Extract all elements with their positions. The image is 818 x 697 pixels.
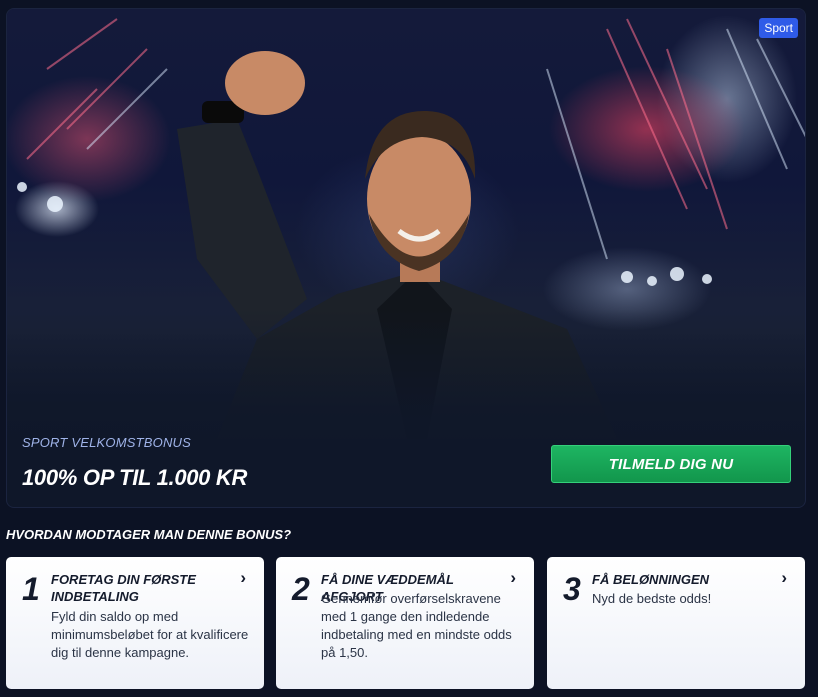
hero-fade <box>7 309 805 449</box>
step-card-1[interactable]: 1 FORETAG DIN FØRSTE INDBETALING Fyld di… <box>6 557 264 689</box>
step-description: Gennemfør overførselskravene med 1 gange… <box>321 591 512 660</box>
signup-button[interactable]: TILMELD DIG NU <box>551 445 791 483</box>
step-number: 3 <box>563 571 581 607</box>
step-description: Fyld din saldo op med minimumsbeløbet fo… <box>51 609 249 660</box>
step-card-3[interactable]: 3 FÅ BELØNNINGEN Nyd de bedste odds! › <box>547 557 805 689</box>
step-card-2[interactable]: 2 FÅ DINE VÆDDEMÅL AFGJORT Gennemfør ove… <box>276 557 534 689</box>
chevron-right-icon[interactable]: › <box>240 568 246 588</box>
chevron-right-icon[interactable]: › <box>781 568 787 588</box>
step-title: FORETAG DIN FØRSTE INDBETALING <box>51 572 196 604</box>
chevron-right-icon[interactable]: › <box>510 568 516 588</box>
step-number: 1 <box>22 571 40 607</box>
step-description: Nyd de bedste odds! <box>592 591 712 606</box>
hero-banner: Sport SPORT VELKOMSTBONUS 100% OP TIL 1.… <box>6 8 806 508</box>
step-number: 2 <box>292 571 310 607</box>
category-badge: Sport <box>759 18 798 38</box>
bonus-subtitle: SPORT VELKOMSTBONUS <box>22 435 191 450</box>
how-to-heading: HVORDAN MODTAGER MAN DENNE BONUS? <box>6 527 292 542</box>
step-title: FÅ BELØNNINGEN <box>592 572 709 587</box>
promotion-page: Sport SPORT VELKOMSTBONUS 100% OP TIL 1.… <box>0 0 818 697</box>
bonus-title: 100% OP TIL 1.000 KR <box>22 465 248 490</box>
